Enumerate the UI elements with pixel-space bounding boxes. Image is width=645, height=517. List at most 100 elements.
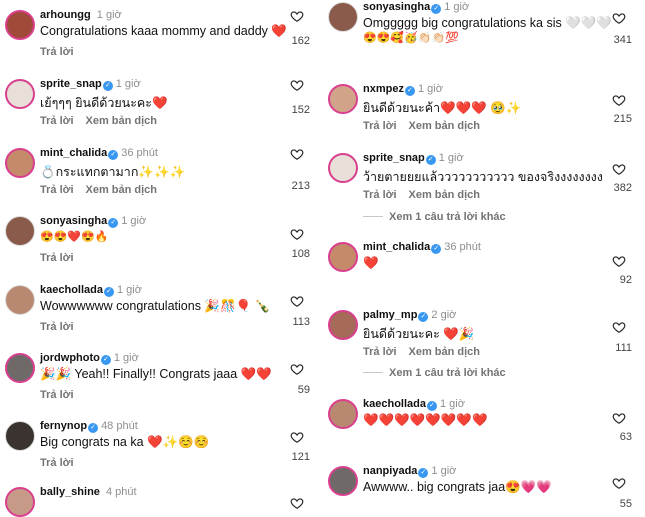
translate-button[interactable]: Xem bản dịch: [409, 120, 481, 132]
comment-time: 1 giờ: [444, 1, 470, 13]
username[interactable]: nxmpez: [363, 83, 404, 95]
comment-text: ❤️: [363, 256, 379, 270]
avatar[interactable]: [5, 353, 35, 383]
avatar[interactable]: [328, 84, 358, 114]
divider-line: [363, 372, 383, 373]
verified-badge-icon: ✓: [103, 287, 114, 297]
comment-text: ยินดีด้วยนะค้า❤️❤️❤️ 🥹✨: [363, 101, 522, 115]
username[interactable]: sonyasingha: [363, 1, 430, 13]
avatar[interactable]: [5, 487, 35, 517]
reply-button[interactable]: Trả lời: [40, 184, 74, 196]
avatar[interactable]: [5, 285, 35, 315]
username[interactable]: mint_chalida: [40, 147, 107, 159]
username[interactable]: mint_chalida: [363, 241, 430, 253]
view-more-replies[interactable]: Xem 1 câu trả lời khác: [363, 367, 506, 379]
reply-button[interactable]: Trả lời: [363, 346, 397, 358]
avatar[interactable]: [328, 399, 358, 429]
comments-column-right: sonyasingha ✓ 1 giờ Omggggg big congratula…: [322, 0, 644, 510]
comment-text: ว้ายตายยยแล้ววววววววววว ของจริงงงงงงงง: [363, 170, 603, 184]
comment-time: 1 giờ: [431, 465, 457, 477]
comment-time: 1 giờ: [417, 83, 443, 95]
heart-icon[interactable]: [290, 78, 304, 92]
comment-text: Congratulations kaaa mommy and daddy ❤️: [40, 24, 287, 38]
username[interactable]: palmy_mp: [363, 309, 417, 321]
username[interactable]: nanpiyada: [363, 465, 417, 477]
username[interactable]: bally_shine: [40, 486, 100, 498]
username[interactable]: sprite_snap: [363, 152, 425, 164]
avatar[interactable]: [328, 2, 358, 32]
heart-icon[interactable]: [612, 254, 626, 268]
translate-button[interactable]: Xem bản dịch: [86, 184, 158, 196]
translate-button[interactable]: Xem bản dịch: [409, 189, 481, 201]
comment-text: 🎉🎉 Yeah!! Finally!! Congrats jaaa ❤️❤️: [40, 367, 272, 381]
like-count: 92: [619, 274, 632, 286]
view-more-replies-label[interactable]: Xem 1 câu trả lời khác: [389, 211, 506, 223]
reply-button[interactable]: Trả lời: [40, 252, 74, 264]
verified-badge-icon: ✓: [88, 423, 99, 433]
avatar[interactable]: [328, 466, 358, 496]
comment-time: 1 giờ: [438, 152, 464, 164]
heart-icon[interactable]: [612, 476, 626, 490]
username[interactable]: sonyasingha: [40, 215, 107, 227]
comment-time: 36 phút: [444, 241, 481, 253]
avatar[interactable]: [5, 421, 35, 451]
verified-badge-icon: ✓: [102, 81, 113, 91]
avatar[interactable]: [328, 153, 358, 183]
reply-button[interactable]: Trả lời: [40, 46, 74, 58]
heart-icon[interactable]: [612, 11, 626, 25]
verified-badge-icon: ✓: [426, 401, 437, 411]
avatar[interactable]: [328, 242, 358, 272]
verified-badge-icon: ✓: [108, 218, 119, 228]
reply-button[interactable]: Trả lời: [40, 321, 74, 333]
username[interactable]: kaechollada: [363, 398, 426, 410]
heart-icon[interactable]: [612, 411, 626, 425]
translate-button[interactable]: Xem bản dịch: [409, 346, 481, 358]
heart-icon[interactable]: [612, 320, 626, 334]
avatar[interactable]: [5, 216, 35, 246]
avatar[interactable]: [328, 310, 358, 340]
username[interactable]: jordwphoto: [40, 352, 100, 364]
comment-text: ❤️❤️❤️❤️❤️❤️❤️❤️: [363, 413, 488, 427]
verified-badge-icon: ✓: [100, 355, 111, 365]
view-more-replies-label[interactable]: Xem 1 câu trả lời khác: [389, 367, 506, 379]
username[interactable]: fernynop: [40, 420, 87, 432]
comment-text: เย้ๆๆๆ ยินดีด้วยนะคะ❤️: [40, 96, 168, 110]
heart-icon[interactable]: [290, 9, 304, 23]
reply-button[interactable]: Trả lời: [363, 120, 397, 132]
comment-time: 1 giờ: [96, 9, 122, 21]
username[interactable]: kaechollada: [40, 284, 103, 296]
avatar[interactable]: [5, 10, 35, 40]
heart-icon[interactable]: [290, 227, 304, 241]
heart-icon[interactable]: [612, 162, 626, 176]
avatar[interactable]: [5, 79, 35, 109]
like-count: 113: [292, 316, 310, 328]
heart-icon[interactable]: [290, 430, 304, 444]
comment-time: 4 phút: [105, 486, 137, 498]
heart-icon[interactable]: [290, 496, 304, 510]
like-count: 382: [613, 182, 632, 194]
comment-text: ยินดีด้วยนะคะ ❤️🎉: [363, 327, 475, 341]
reply-button[interactable]: Trả lời: [40, 389, 74, 401]
comment-time: 1 giờ: [115, 78, 141, 90]
like-count: 213: [291, 180, 310, 192]
like-count: 341: [613, 34, 632, 46]
username[interactable]: sprite_snap: [40, 78, 102, 90]
comment-text-line-2: 😍😍🥰🥳👏🏻👏🏻💯: [363, 32, 459, 44]
username[interactable]: arhoungg: [40, 9, 91, 21]
reply-button[interactable]: Trả lời: [40, 457, 74, 469]
comment-text: Big congrats na ka ❤️✨☺️☺️: [40, 435, 210, 449]
heart-icon[interactable]: [290, 362, 304, 376]
view-more-replies[interactable]: Xem 1 câu trả lời khác: [363, 211, 506, 223]
reply-button[interactable]: Trả lời: [40, 115, 74, 127]
avatar[interactable]: [5, 148, 35, 178]
comment-text: 😍😍❤️😍🔥: [40, 231, 109, 243]
like-count: 111: [615, 342, 632, 354]
heart-icon[interactable]: [290, 147, 304, 161]
comment-text: Awwww.. big congrats jaa😍💗💗: [363, 480, 552, 494]
heart-icon[interactable]: [290, 294, 304, 308]
translate-button[interactable]: Xem bản dịch: [86, 115, 158, 127]
comment-time: 1 giờ: [113, 352, 139, 364]
reply-button[interactable]: Trả lời: [363, 189, 397, 201]
like-count: 55: [619, 498, 632, 510]
heart-icon[interactable]: [612, 93, 626, 107]
